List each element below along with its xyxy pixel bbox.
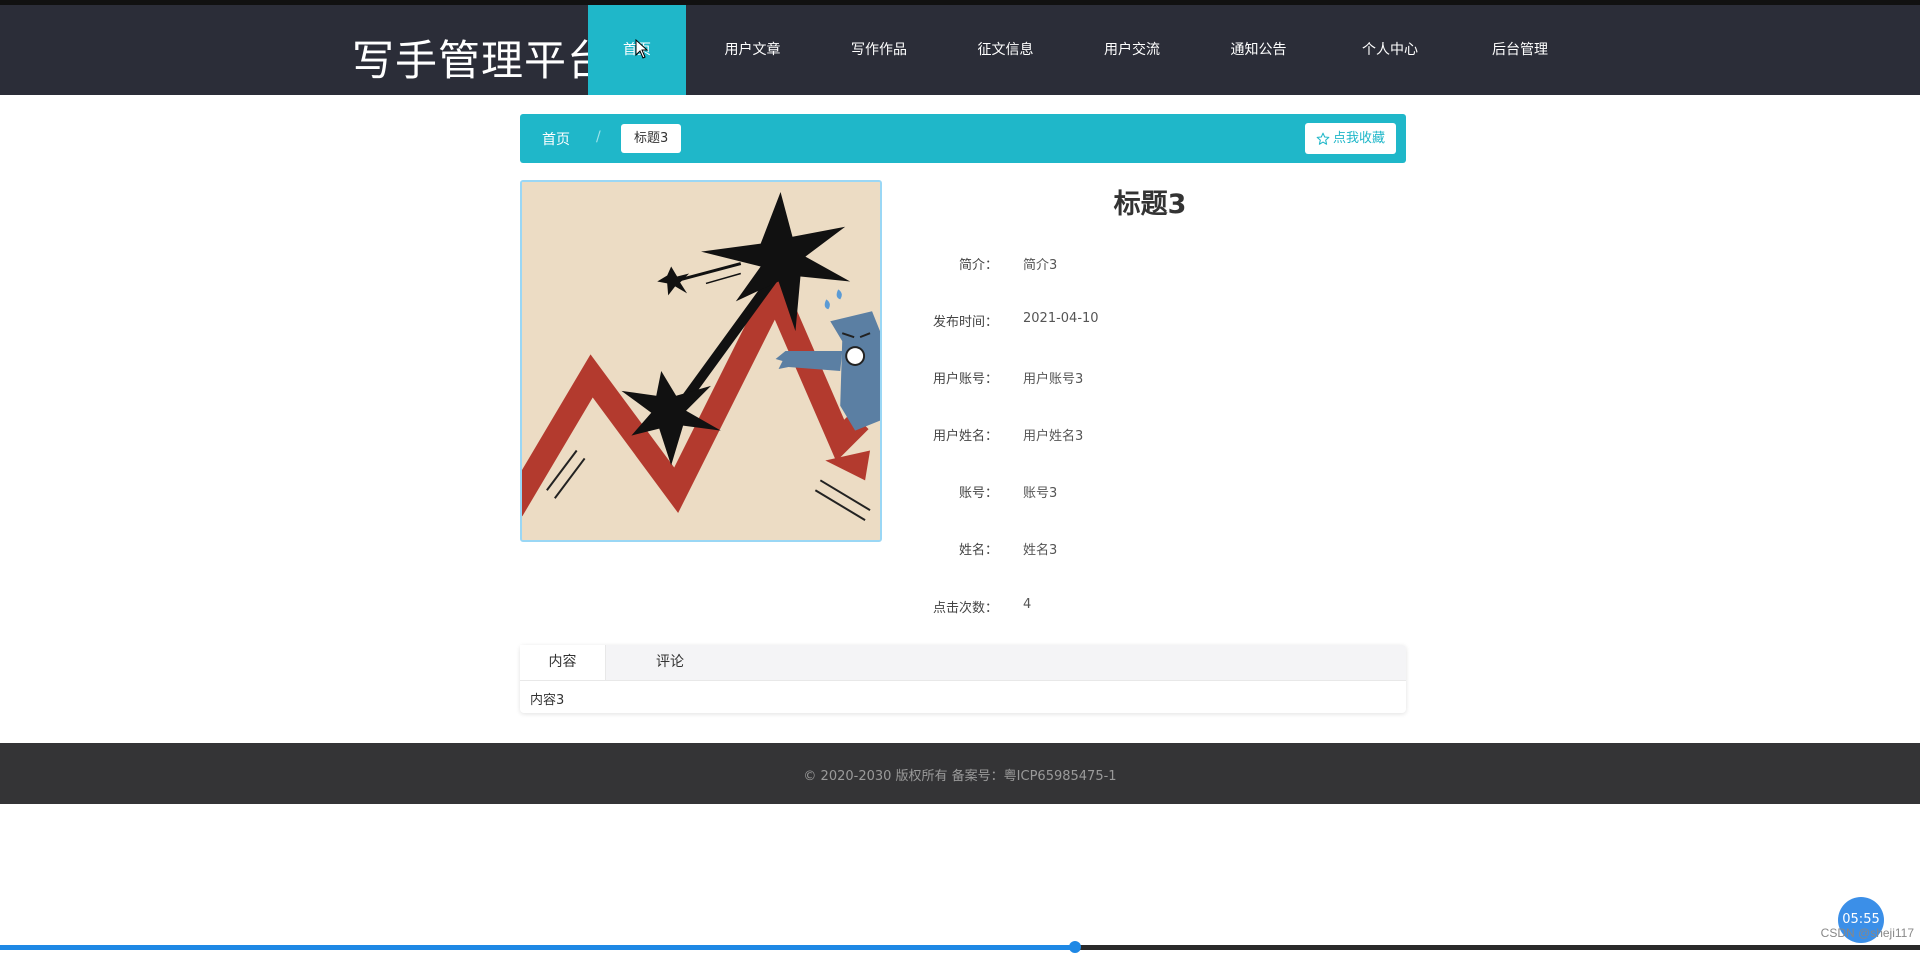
- content-tabs: 内容 评论 内容3: [520, 645, 1406, 713]
- watermark: CSDN @sheji117: [1820, 926, 1914, 940]
- video-progress-handle[interactable]: [1069, 941, 1082, 953]
- field-label: 点击次数：: [932, 601, 998, 616]
- field-value: 用户姓名3: [1023, 429, 1084, 444]
- field-value: 4: [1023, 597, 1032, 612]
- field-value: 2021-04-10: [1023, 311, 1099, 326]
- video-progress-bar[interactable]: [0, 941, 1920, 953]
- detail-row-intro: 简介： 简介3: [900, 254, 1400, 278]
- field-value: 姓名3: [1023, 543, 1058, 558]
- field-label: 发布时间：: [932, 315, 998, 330]
- nav-writing-works[interactable]: 写作作品: [819, 5, 939, 95]
- top-navbar: 写手管理平台 首页 用户文章 写作作品 征文信息 用户交流 通知公告 个人中心 …: [0, 0, 1920, 95]
- breadcrumb: 首页 / 标题3 点我收藏: [520, 114, 1406, 163]
- tab-comments[interactable]: 评论: [605, 645, 735, 680]
- detail-title: 标题3: [1113, 189, 1187, 220]
- tabs-header: 内容 评论: [520, 645, 1406, 681]
- field-label: 账号：: [958, 486, 998, 501]
- detail-row-name: 姓名： 姓名3: [900, 539, 1400, 563]
- breadcrumb-separator: /: [596, 129, 601, 145]
- nav-user-exchange[interactable]: 用户交流: [1072, 5, 1192, 95]
- brand-title: 写手管理平台: [352, 36, 611, 85]
- nav-user-articles[interactable]: 用户文章: [686, 5, 819, 95]
- nav-personal-center[interactable]: 个人中心: [1325, 5, 1455, 95]
- tab-panel-text: 内容3: [530, 693, 565, 708]
- field-label: 用户账号：: [932, 372, 998, 387]
- main-nav: 首页 用户文章 写作作品 征文信息 用户交流 通知公告 个人中心 后台管理: [588, 5, 1585, 95]
- detail-row-publish-time: 发布时间： 2021-04-10: [900, 311, 1400, 335]
- nav-contest-info[interactable]: 征文信息: [939, 5, 1072, 95]
- cover-image: [520, 180, 882, 542]
- breadcrumb-current: 标题3: [621, 124, 682, 153]
- field-label: 用户姓名：: [932, 429, 998, 444]
- field-value: 用户账号3: [1023, 372, 1084, 387]
- field-value: 账号3: [1023, 486, 1058, 501]
- tab-content[interactable]: 内容: [520, 645, 606, 680]
- detail-row-user-name: 用户姓名： 用户姓名3: [900, 425, 1400, 449]
- field-label: 简介：: [958, 258, 998, 273]
- field-label: 姓名：: [958, 543, 998, 558]
- field-value: 简介3: [1023, 258, 1058, 273]
- star-outline-icon: [1316, 132, 1330, 145]
- footer: © 2020-2030 版权所有 备案号：粤ICP65985475-1: [0, 743, 1920, 804]
- breadcrumb-home-link[interactable]: 首页: [542, 129, 570, 149]
- footer-copyright: © 2020-2030 版权所有 备案号：粤ICP65985475-1: [803, 769, 1117, 784]
- favorite-button-label: 点我收藏: [1332, 131, 1385, 146]
- mouse-cursor-icon: [635, 39, 649, 59]
- detail-row-click-count: 点击次数： 4: [900, 597, 1400, 621]
- detail-row-user-account: 用户账号： 用户账号3: [900, 368, 1400, 392]
- nav-admin[interactable]: 后台管理: [1455, 5, 1585, 95]
- nav-notices[interactable]: 通知公告: [1192, 5, 1325, 95]
- favorite-button[interactable]: 点我收藏: [1304, 123, 1396, 154]
- video-progress-played: [0, 945, 1076, 950]
- detail-row-account: 账号： 账号3: [900, 482, 1400, 506]
